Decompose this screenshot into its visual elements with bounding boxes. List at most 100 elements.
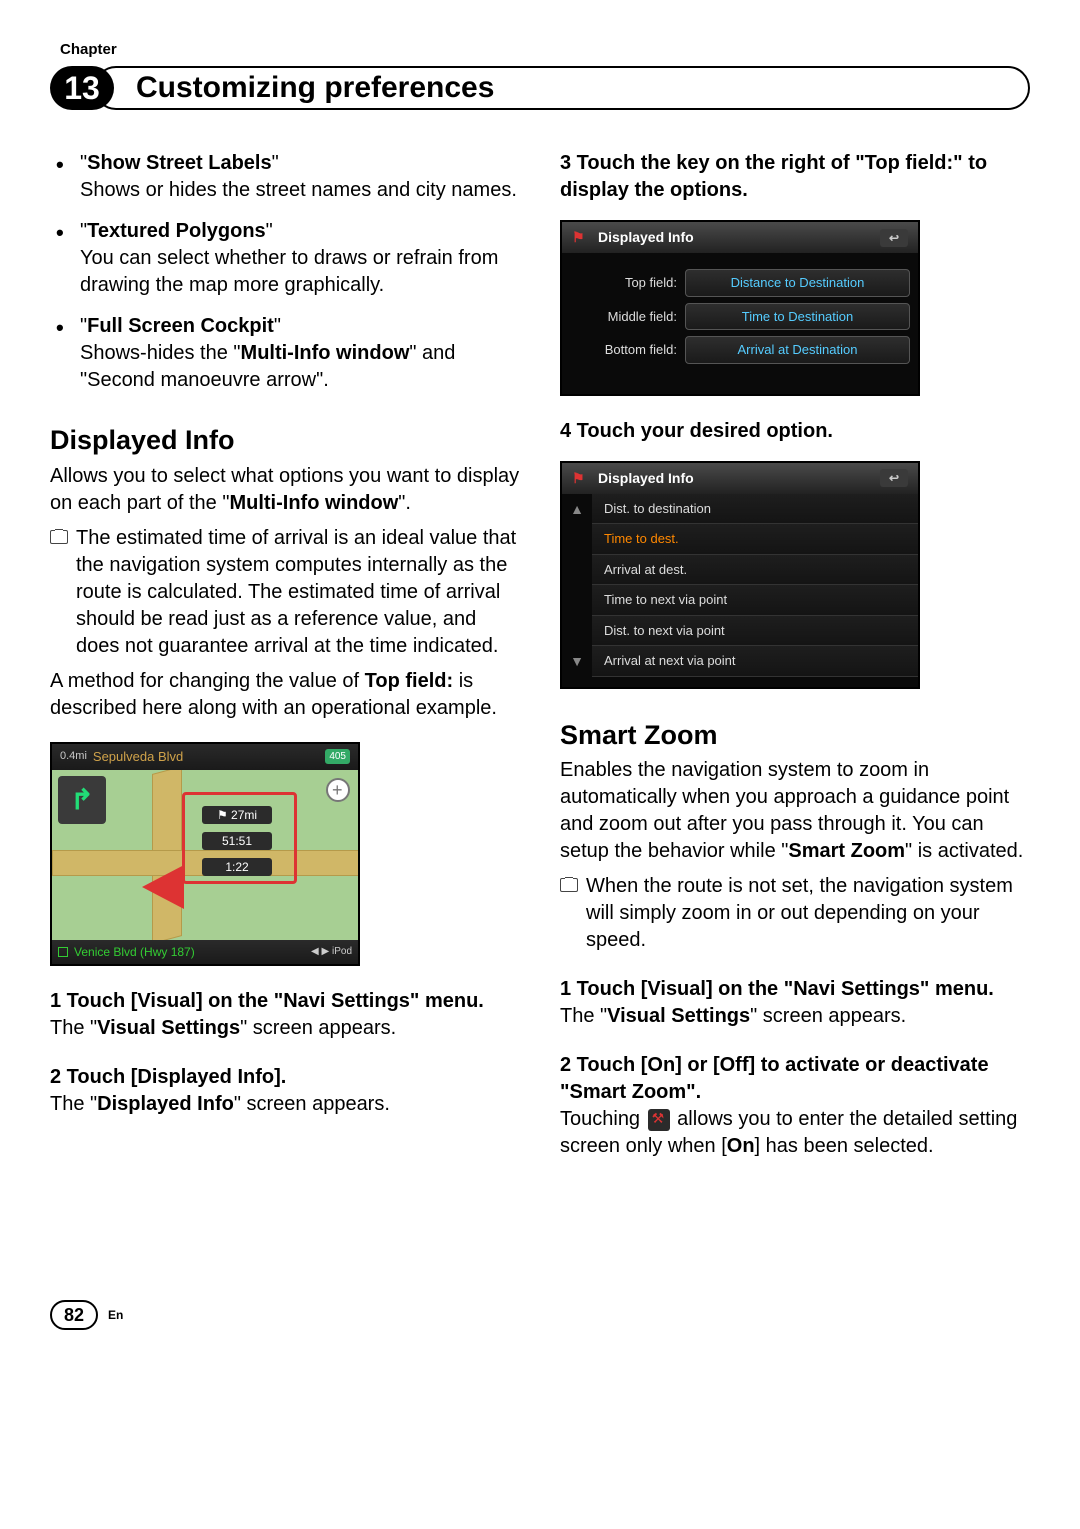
bullet-title: Show Street Labels (87, 152, 272, 174)
device-screen-option-list: ⚑ Displayed Info ↩ ▲ ▼ Dist. to destinat… (560, 461, 920, 689)
t: Multi-Info window (229, 492, 398, 514)
field-value-button[interactable]: Time to Destination (685, 303, 910, 331)
turn-arrow-icon: ↱ (58, 776, 106, 824)
language-label: En (108, 1307, 123, 1323)
step-1-heading: 1 Touch [Visual] on the "Navi Settings" … (50, 988, 520, 1015)
section-smart-zoom: Smart Zoom (560, 717, 1030, 753)
field-label: Bottom field: (570, 341, 685, 359)
t: Visual Settings (97, 1017, 240, 1039)
chapter-title-wrap: Customizing preferences (94, 66, 1030, 110)
chapter-label: Chapter (60, 40, 1030, 60)
method-para: A method for changing the value of Top f… (50, 668, 520, 722)
grid-icon (58, 947, 68, 957)
field-label: Top field: (570, 274, 685, 292)
map-distance: 0.4mi (60, 749, 87, 764)
note-icon (50, 530, 68, 544)
section-intro: Allows you to select what options you wa… (50, 463, 520, 517)
option-item[interactable]: Arrival at next via point (592, 646, 918, 677)
map-bottom-bar: Venice Blvd (Hwy 187) ◀ ▶ iPod (52, 940, 358, 964)
t: ". (398, 492, 411, 514)
step-2-desc: Touching allows you to enter the detaile… (560, 1106, 1030, 1160)
map-body: ↱ ⚑ 27mi 51:51 1:22 (52, 770, 358, 940)
t: Smart Zoom (788, 840, 905, 862)
screen-title-bar: ⚑ Displayed Info ↩ (562, 463, 918, 494)
t: Shows-hides the " (80, 342, 241, 364)
t: Visual Settings (607, 1005, 750, 1027)
note-icon (560, 878, 578, 892)
bullet-desc: Shows-hides the "Multi-Info window" and … (80, 340, 520, 394)
t: A method for changing the value of (50, 670, 365, 692)
device-screen-displayed-info-fields: ⚑ Displayed Info ↩ Top field: Distance t… (560, 220, 920, 396)
bullet-desc: Shows or hides the street names and city… (80, 177, 520, 204)
t: " screen appears. (750, 1005, 906, 1027)
left-column: "Show Street Labels" Shows or hides the … (50, 150, 520, 1160)
callout-box (182, 792, 297, 884)
t: " screen appears. (240, 1017, 396, 1039)
map-top-bar: 0.4mi Sepulveda Blvd 405 (52, 744, 358, 770)
screen-body: Top field: Distance to Destination Middl… (562, 253, 918, 394)
t: Multi-Info window (241, 342, 410, 364)
map-route-shield: 405 (325, 749, 350, 765)
t: iPod (332, 946, 352, 957)
t: The " (50, 1017, 97, 1039)
back-icon[interactable]: ↩ (880, 229, 908, 247)
flag-icon: ⚑ (572, 228, 586, 247)
screen-title: Displayed Info (598, 228, 694, 247)
screen-title-bar: ⚑ Displayed Info ↩ (562, 222, 918, 253)
option-item-selected[interactable]: Time to dest. (592, 524, 918, 555)
step-3-heading: 3 Touch the key on the right of "Top fie… (560, 150, 1030, 204)
option-item[interactable]: Arrival at dest. (592, 555, 918, 586)
bullet-desc: You can select whether to draws or refra… (80, 245, 520, 299)
option-item[interactable]: Dist. to destination (592, 494, 918, 525)
bullet-title: Full Screen Cockpit (87, 315, 274, 337)
map-street-bottom: Venice Blvd (Hwy 187) (74, 944, 195, 960)
page-footer: 82 En (50, 1300, 1030, 1330)
step-2-desc: The "Displayed Info" screen appears. (50, 1091, 520, 1118)
note: When the route is not set, the navigatio… (560, 873, 1030, 954)
page-number-badge: 82 (50, 1300, 98, 1330)
field-value-button[interactable]: Distance to Destination (685, 269, 910, 297)
step-1-desc: The "Visual Settings" screen appears. (50, 1015, 520, 1042)
callout-tail-icon (142, 865, 184, 909)
note-text: The estimated time of arrival is an idea… (76, 525, 520, 660)
scroll-handles[interactable]: ▲ ▼ (562, 494, 592, 677)
t: The " (50, 1093, 97, 1115)
back-icon[interactable]: ↩ (880, 469, 908, 487)
step-2-heading: 2 Touch [Displayed Info]. (50, 1064, 520, 1091)
scroll-up-icon[interactable]: ▲ (570, 500, 584, 519)
note: The estimated time of arrival is an idea… (50, 525, 520, 660)
step-2-heading: 2 Touch [On] or [Off] to activate or dea… (560, 1052, 1030, 1106)
map-street-top: Sepulveda Blvd (93, 748, 183, 766)
bullet-show-street-labels: "Show Street Labels" Shows or hides the … (80, 150, 520, 204)
right-column: 3 Touch the key on the right of "Top fie… (560, 150, 1030, 1160)
map-screenshot: 0.4mi Sepulveda Blvd 405 ↱ ⚑ 27mi 51:51 … (50, 742, 360, 966)
field-value-button[interactable]: Arrival at Destination (685, 336, 910, 364)
bullet-textured-polygons: "Textured Polygons" You can select wheth… (80, 218, 520, 299)
scroll-down-icon[interactable]: ▼ (570, 652, 584, 671)
chapter-title: Customizing preferences (116, 68, 494, 109)
screen-body: ▲ ▼ Dist. to destination Time to dest. A… (562, 494, 918, 687)
chapter-number-badge: 13 (50, 66, 114, 110)
bullet-full-screen-cockpit: "Full Screen Cockpit" Shows-hides the "M… (80, 313, 520, 394)
t: ] has been selected. (755, 1135, 934, 1157)
step-1-heading: 1 Touch [Visual] on the "Navi Settings" … (560, 976, 1030, 1003)
t: Displayed Info (97, 1093, 234, 1115)
t: Touching (560, 1108, 646, 1130)
field-row-middle: Middle field: Time to Destination (570, 303, 910, 331)
note-text: When the route is not set, the navigatio… (586, 873, 1030, 954)
t: " is activated. (905, 840, 1023, 862)
field-label: Middle field: (570, 308, 685, 326)
t: Top field: (365, 670, 454, 692)
gps-position-icon (326, 778, 350, 802)
option-item[interactable]: Dist. to next via point (592, 616, 918, 647)
step-4-heading: 4 Touch your desired option. (560, 418, 1030, 445)
flag-icon: ⚑ (572, 469, 586, 488)
section-displayed-info: Displayed Info (50, 422, 520, 458)
field-row-bottom: Bottom field: Arrival at Destination (570, 336, 910, 364)
option-list: Dist. to destination Time to dest. Arriv… (592, 494, 918, 677)
settings-tool-icon[interactable] (648, 1109, 670, 1131)
t: The " (560, 1005, 607, 1027)
screen-title: Displayed Info (598, 469, 694, 488)
option-item[interactable]: Time to next via point (592, 585, 918, 616)
map-device-label: ◀ ▶ iPod (311, 945, 352, 959)
